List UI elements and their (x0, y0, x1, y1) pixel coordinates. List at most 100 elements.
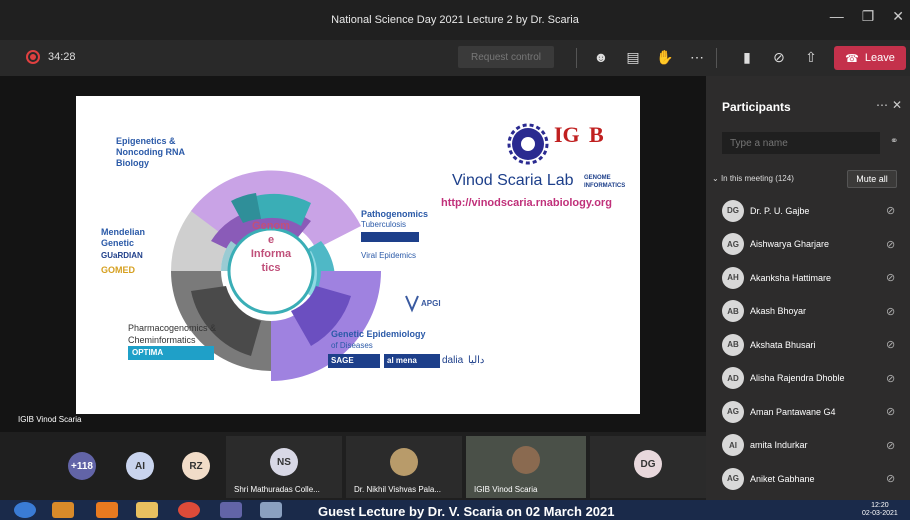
chrome-icon[interactable] (178, 502, 200, 518)
avatar: DG (722, 199, 744, 222)
topic-pharmacogenomics: Pharmacogenomics & (128, 323, 217, 333)
avatar: AD (722, 367, 744, 390)
mic-off-icon[interactable]: ⊘ (886, 271, 895, 284)
overflow-count-badge[interactable]: +118 (68, 452, 96, 480)
topic-genetic-epidemiology: Genetic Epidemiology (331, 329, 426, 339)
teams-icon[interactable] (220, 502, 242, 518)
mic-off-icon[interactable]: ⊘ (886, 439, 895, 452)
meeting-toolbar: 34:28 Request control ☻ ▤ ✋ ⋯ ▮ ⊘ ⇧ ☎ Le… (0, 40, 910, 76)
mic-off-icon[interactable]: ⊘ (886, 405, 895, 418)
avatar[interactable]: AI (126, 452, 154, 480)
window-title: National Science Day 2021 Lecture 2 by D… (331, 14, 579, 26)
toolbar-divider (576, 48, 577, 68)
participant-row[interactable]: AB Akash Bhoyar ⊘ (706, 295, 910, 329)
avatar: AG (722, 400, 744, 423)
tile-label: Shri Mathuradas Colle... (234, 485, 320, 494)
avatar: AB (722, 333, 744, 356)
maximize-icon[interactable]: ❐ (862, 8, 875, 25)
share-icon[interactable]: ⇧ (802, 48, 820, 66)
topic-epigenetics: Epigenetics & (116, 136, 176, 146)
meeting-count-header[interactable]: ⌄ In this meeting (124) (712, 174, 794, 183)
title-bar: National Science Day 2021 Lecture 2 by D… (0, 0, 910, 40)
mute-all-button[interactable]: Mute all (847, 170, 897, 188)
mic-off-icon[interactable]: ⊘ (770, 48, 788, 66)
topic-genetic-epidemiology-line2: of Diseases (331, 341, 373, 350)
optima-logo: OPTIMA (128, 346, 214, 360)
vlc-icon[interactable] (96, 502, 118, 518)
gomed-logo: GOMED (101, 265, 136, 275)
recording-icon (26, 50, 40, 64)
apgi-logo: APGI (421, 299, 441, 308)
more-icon[interactable]: ⋯ (876, 98, 888, 112)
participant-row[interactable]: AI amita Indurkar ⊘ (706, 429, 910, 463)
chat-icon[interactable]: ▤ (624, 48, 642, 66)
topic-pathogenomics: Pathogenomics (361, 209, 429, 219)
minimize-icon[interactable]: — (830, 8, 844, 25)
mic-off-icon[interactable]: ⊘ (886, 204, 895, 217)
avatar: NS (270, 448, 298, 476)
more-icon[interactable]: ⋯ (688, 48, 706, 66)
meeting-timer: 34:28 (48, 51, 76, 63)
participant-row[interactable]: AG Aniket Gabhane ⊘ (706, 462, 910, 496)
participant-name: Dr. P. U. Gajbe (750, 205, 810, 216)
search-input[interactable] (722, 132, 880, 154)
mic-off-icon[interactable]: ⊘ (886, 372, 895, 385)
mic-off-icon[interactable]: ⊘ (886, 472, 895, 485)
leave-label: Leave (864, 52, 895, 64)
dalia-logo: dalia (442, 355, 464, 366)
topic-viral-epidemics: Viral Epidemics (361, 251, 416, 260)
media-player-icon[interactable] (52, 502, 74, 518)
close-icon[interactable]: ✕ (892, 8, 904, 25)
participant-name: Aishwarya Gharjare (750, 239, 830, 250)
participant-row[interactable]: AG Aishwarya Gharjare ⊘ (706, 228, 910, 262)
participant-row[interactable]: AD Alisha Rajendra Dhoble ⊘ (706, 362, 910, 396)
mic-off-icon[interactable]: ⊘ (886, 305, 895, 318)
leave-button[interactable]: ☎ Leave (834, 46, 906, 70)
participant-row[interactable]: AB Akshata Bhusari ⊘ (706, 328, 910, 362)
topic-tuberculosis: Tuberculosis (361, 220, 407, 229)
lab-url[interactable]: http://vinodscaria.rnabiology.org (441, 197, 612, 209)
mic-off-icon[interactable]: ⊘ (886, 338, 895, 351)
clock-date: 02-03-2021 (862, 510, 898, 517)
video-tile[interactable]: NS Shri Mathuradas Colle... (226, 436, 342, 498)
shared-screen-stage: Genom e Informa tics Epigenetics & Nonco… (0, 76, 706, 432)
presenter-video (512, 446, 540, 474)
share-link-icon[interactable]: ⚭ (890, 136, 898, 147)
close-icon[interactable]: ✕ (892, 98, 902, 112)
tile-label: Dr. Nikhil Vishvas Pala... (354, 485, 441, 494)
paint-icon[interactable] (260, 502, 282, 518)
almena-logo: al mena (384, 354, 440, 368)
participants-icon[interactable]: ☻ (592, 48, 610, 66)
folder-icon[interactable] (136, 502, 158, 518)
video-tile[interactable]: IGIB Vinod Scaria (466, 436, 586, 498)
avatar: AB (722, 300, 744, 323)
sage-logo: SAGE (328, 354, 380, 368)
camera-off-icon[interactable]: ▮ (738, 48, 756, 66)
video-tile[interactable]: DG (590, 436, 706, 498)
lab-name: Vinod Scaria Lab (452, 172, 574, 189)
video-gallery: +118 AI RZ NS Shri Mathuradas Colle... D… (0, 432, 706, 500)
video-tile[interactable]: Dr. Nikhil Vishvas Pala... (346, 436, 462, 498)
panel-title: Participants (722, 100, 791, 114)
participant-name: Aniket Gabhane (750, 473, 815, 484)
mic-off-icon[interactable]: ⊘ (886, 238, 895, 251)
raise-hand-icon[interactable]: ✋ (656, 48, 674, 66)
phone-icon: ☎ (845, 52, 859, 65)
participants-panel: Participants ⋯ ✕ ⚭ ⌄ In this meeting (12… (706, 76, 910, 500)
start-icon[interactable] (14, 502, 36, 518)
tile-label: IGIB Vinod Scaria (474, 485, 538, 494)
avatar: DG (634, 450, 662, 478)
participant-row[interactable]: AG Aman Pantawane G4 ⊘ (706, 395, 910, 429)
topic-mendelian: Mendelian (101, 227, 146, 237)
topic-mendelian-line2: Genetic (101, 238, 135, 248)
participant-list: DG Dr. P. U. Gajbe ⊘ AG Aishwarya Gharjare ⊘… (706, 194, 910, 496)
dalia-arabic-logo: داليا (468, 355, 485, 366)
system-clock: 12:20 02-03-2021 (862, 502, 898, 518)
avatar (390, 448, 418, 476)
toolbar-divider (716, 48, 717, 68)
avatar[interactable]: RZ (182, 452, 210, 480)
participant-row[interactable]: DG Dr. P. U. Gajbe ⊘ (706, 194, 910, 228)
participant-row[interactable]: AH Akanksha Hattimare ⊘ (706, 261, 910, 295)
participant-name: Alisha Rajendra Dhoble (750, 373, 845, 384)
request-control-button[interactable]: Request control (458, 46, 554, 68)
